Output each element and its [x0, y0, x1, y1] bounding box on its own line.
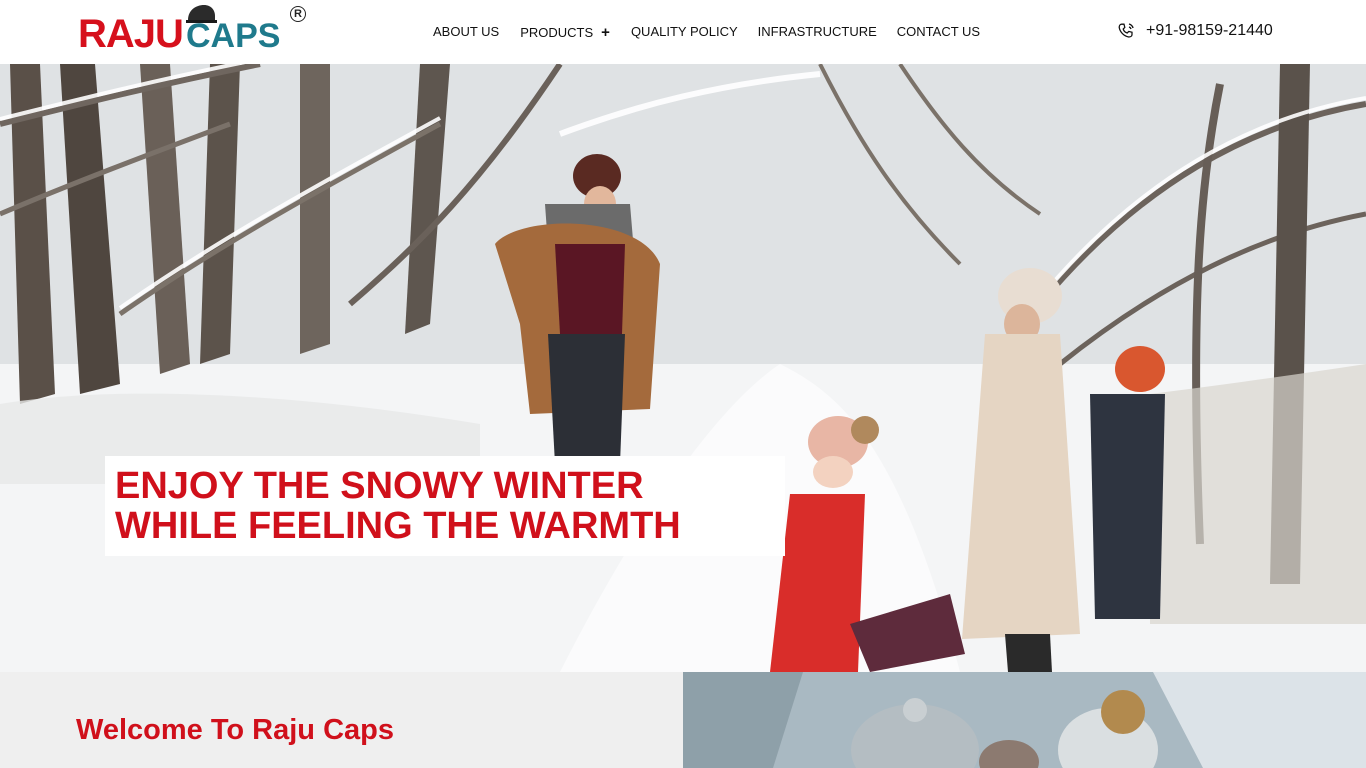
products-expand-icon[interactable]: +: [601, 24, 610, 41]
nav-products[interactable]: PRODUCTS +: [520, 24, 610, 41]
hero-slider: ENJOY THE SNOWY WINTER WHILE FEELING THE…: [0, 64, 1366, 672]
kids-beanies-image: [683, 672, 1366, 768]
hero-snow-scene-image: [0, 64, 1366, 672]
site-header: RAJU CAPS R ABOUT US PRODUCTS + QUALITY P…: [0, 0, 1366, 64]
phone-number: +91-98159-21440: [1146, 22, 1273, 39]
welcome-title: Welcome To Raju Caps: [76, 714, 394, 746]
phone-contact[interactable]: +91-98159-21440: [1116, 21, 1273, 41]
kids-beanies-photo: [683, 672, 1366, 768]
nav-about-us[interactable]: ABOUT US: [433, 24, 499, 41]
hero-caption-box: ENJOY THE SNOWY WINTER WHILE FEELING THE…: [105, 456, 785, 556]
main-nav: ABOUT US PRODUCTS + QUALITY POLICY INFRAS…: [433, 24, 980, 41]
nav-quality-policy[interactable]: QUALITY POLICY: [631, 24, 738, 41]
logo-raju-text: RAJU: [78, 12, 184, 56]
hero-caption-text: ENJOY THE SNOWY WINTER WHILE FEELING THE…: [115, 465, 681, 547]
phone-ringing-icon: [1118, 23, 1134, 38]
nav-infrastructure[interactable]: INFRASTRUCTURE: [758, 24, 877, 41]
welcome-section: Welcome To Raju Caps: [0, 672, 683, 768]
raju-caps-logo[interactable]: RAJU CAPS R: [78, 4, 318, 60]
nav-products-label: PRODUCTS: [520, 25, 594, 40]
logo-caps-text: CAPS: [186, 17, 281, 55]
registered-mark: R: [290, 6, 306, 22]
nav-contact-us[interactable]: CONTACT US: [897, 24, 980, 41]
